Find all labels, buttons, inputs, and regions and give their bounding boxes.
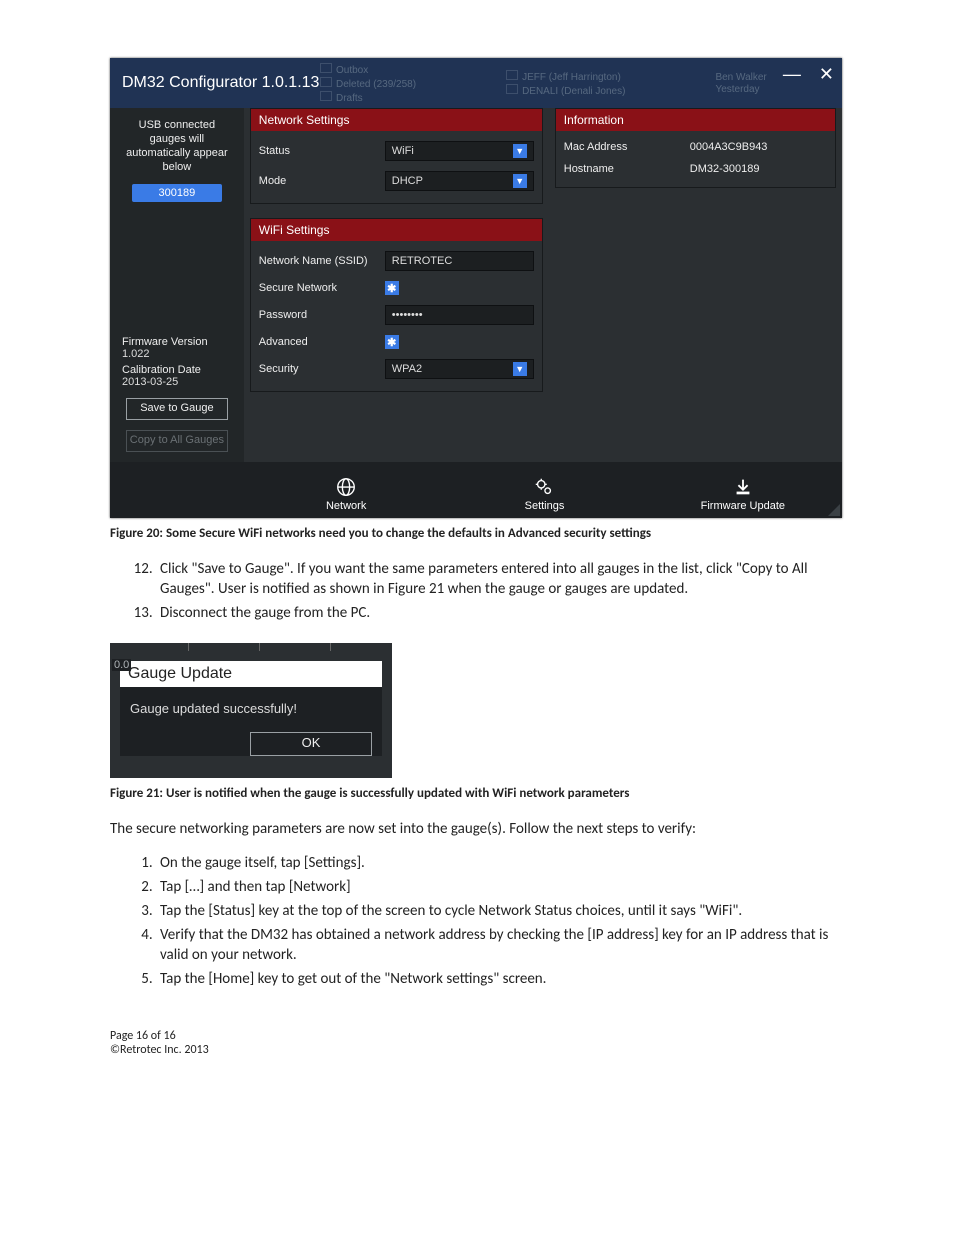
status-label: Status — [259, 145, 377, 157]
ruler-ticks — [188, 643, 331, 651]
verify-step-5: Tap the [Home] key to get out of the "Ne… — [156, 969, 844, 989]
advanced-label: Advanced — [259, 336, 377, 348]
device-chip[interactable]: 300189 — [132, 184, 222, 202]
network-settings-header: Network Settings — [251, 109, 542, 131]
step-12: Click "Save to Gauge". If you want the s… — [156, 559, 844, 599]
download-icon — [732, 476, 754, 498]
chevron-down-icon: ▼ — [513, 144, 527, 158]
sidebar-helper-text: USB connected gauges will automatically … — [120, 118, 234, 174]
mode-label: Mode — [259, 175, 377, 187]
information-header: Information — [556, 109, 835, 131]
password-input[interactable]: •••••••• — [385, 305, 534, 325]
window-title: DM32 Configurator 1.0.1.13 — [122, 74, 319, 92]
mac-address-label: Mac Address — [564, 141, 682, 153]
gauge-update-dialog-frame: 0.0 Gauge Update Gauge updated successfu… — [110, 643, 392, 778]
footer-copyright: ©Retrotec Inc. 2013 — [110, 1043, 844, 1057]
chevron-down-icon: ▼ — [513, 362, 527, 376]
dm32-configurator-window: DM32 Configurator 1.0.1.13 Outbox Delete… — [110, 58, 842, 518]
figure-21-caption: Figure 21: User is notified when the gau… — [110, 786, 844, 801]
firmware-version-value: 1.022 — [110, 348, 150, 360]
verify-step-2: Tap […] and then tap [Network] — [156, 877, 844, 897]
verify-step-3: Tap the [Status] key at the top of the s… — [156, 901, 844, 921]
globe-icon — [335, 476, 357, 498]
security-select[interactable]: WPA2 ▼ — [385, 359, 534, 379]
background-outlook-ghost: Outbox Deleted (239/258) Drafts JEFF (Je… — [320, 58, 782, 108]
information-panel: Information Mac Address 0004A3C9B943 Hos… — [555, 108, 836, 188]
dialog-ok-button[interactable]: OK — [250, 732, 372, 756]
footer-page-number: Page 16 of 16 — [110, 1029, 844, 1043]
hostname-label: Hostname — [564, 163, 682, 175]
sidebar: USB connected gauges will automatically … — [110, 108, 244, 462]
copy-to-all-gauges-button[interactable]: Copy to All Gauges — [126, 430, 228, 452]
dialog-message: Gauge updated successfully! — [120, 687, 382, 732]
save-to-gauge-button[interactable]: Save to Gauge — [126, 398, 228, 420]
network-settings-panel: Network Settings Status WiFi ▼ Mode — [250, 108, 543, 204]
calibration-date-label: Calibration Date — [110, 364, 201, 376]
window-minimize-button[interactable]: — — [783, 64, 801, 85]
mode-select[interactable]: DHCP ▼ — [385, 171, 534, 191]
hostname-value: DM32-300189 — [690, 163, 760, 175]
calibration-date-value: 2013-03-25 — [110, 376, 178, 388]
secure-params-paragraph: The secure networking parameters are now… — [110, 819, 844, 839]
advanced-checkbox[interactable]: ✱ — [385, 335, 399, 349]
status-select[interactable]: WiFi ▼ — [385, 141, 534, 161]
verify-step-4: Verify that the DM32 has obtained a netw… — [156, 925, 844, 965]
mac-address-value: 0004A3C9B943 — [690, 141, 768, 153]
tab-network[interactable]: Network — [247, 476, 445, 518]
window-titlebar: DM32 Configurator 1.0.1.13 Outbox Delete… — [110, 58, 842, 108]
ssid-label: Network Name (SSID) — [259, 255, 377, 267]
page-footer: Page 16 of 16 ©Retrotec Inc. 2013 — [110, 1029, 844, 1057]
gauge-update-dialog: Gauge Update Gauge updated successfully!… — [120, 661, 382, 756]
resize-grip-icon[interactable] — [828, 504, 840, 516]
password-label: Password — [259, 309, 377, 321]
secure-network-checkbox[interactable]: ✱ — [385, 281, 399, 295]
figure-20-caption: Figure 20: Some Secure WiFi networks nee… — [110, 526, 844, 541]
instruction-list-upper: Click "Save to Gauge". If you want the s… — [110, 559, 844, 623]
tab-firmware-update[interactable]: Firmware Update — [644, 476, 842, 518]
ssid-input[interactable]: RETROTEC — [385, 251, 534, 271]
wifi-settings-header: WiFi Settings — [251, 219, 542, 241]
step-13: Disconnect the gauge from the PC. — [156, 603, 844, 623]
dialog-title: Gauge Update — [120, 661, 382, 687]
wifi-settings-panel: WiFi Settings Network Name (SSID) RETROT… — [250, 218, 543, 392]
tab-settings[interactable]: Settings — [445, 476, 643, 518]
security-label: Security — [259, 363, 377, 375]
chevron-down-icon: ▼ — [513, 174, 527, 188]
firmware-version-label: Firmware Version — [110, 336, 208, 348]
edge-label: 0.0 — [112, 659, 131, 671]
bottom-tab-bar: Network Settings Firmware Update — [110, 462, 842, 518]
secure-network-label: Secure Network — [259, 282, 377, 294]
verify-step-1: On the gauge itself, tap [Settings]. — [156, 853, 844, 873]
verify-steps-list: On the gauge itself, tap [Settings]. Tap… — [110, 853, 844, 989]
window-close-button[interactable]: ✕ — [819, 64, 834, 85]
gears-icon — [533, 476, 555, 498]
